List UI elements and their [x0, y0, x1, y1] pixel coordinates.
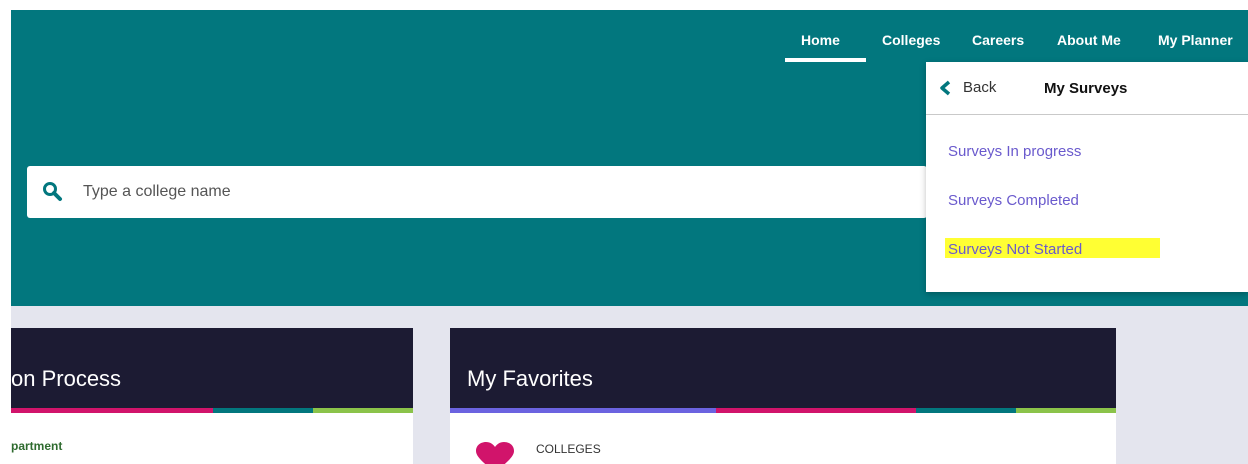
stripe-lime [313, 408, 413, 413]
card-header: My Favorites [450, 328, 1116, 408]
surveys-not-started-link[interactable]: Surveys Not Started [948, 241, 1082, 258]
card-title: My Favorites [467, 366, 593, 391]
application-process-card: on Process partment [11, 328, 413, 464]
nav-my-planner[interactable]: My Planner [1158, 32, 1233, 48]
search-icon[interactable] [41, 181, 63, 203]
college-search-input[interactable] [83, 166, 903, 218]
card-header: on Process [11, 328, 413, 408]
stripe-teal [213, 408, 313, 413]
card-title: on Process [11, 366, 122, 391]
menu-title: My Surveys [1044, 80, 1128, 97]
nav-active-indicator [785, 58, 866, 62]
my-surveys-menu: Back My Surveys Surveys In progress Surv… [926, 62, 1248, 292]
stripe-teal [916, 408, 1016, 413]
stripe-purple [450, 408, 716, 413]
department-text[interactable]: partment [11, 439, 62, 453]
surveys-completed-link[interactable]: Surveys Completed [948, 192, 1079, 209]
heart-icon [476, 442, 514, 464]
nav-careers[interactable]: Careers [972, 32, 1024, 48]
nav-home[interactable]: Home [801, 32, 840, 48]
menu-header: Back My Surveys [926, 62, 1248, 115]
top-nav: Home Colleges Careers About Me My Planne… [0, 0, 1248, 70]
back-button[interactable]: Back [963, 79, 996, 96]
stripe-lime [1016, 408, 1116, 413]
nav-about-me[interactable]: About Me [1057, 32, 1121, 48]
colleges-section-label: COLLEGES [536, 442, 601, 456]
my-favorites-card: My Favorites COLLEGES [450, 328, 1116, 464]
chevron-left-icon[interactable] [938, 80, 952, 96]
college-search-bar [27, 166, 927, 218]
stripe-magenta [11, 408, 213, 413]
stripe-magenta [716, 408, 916, 413]
surveys-in-progress-link[interactable]: Surveys In progress [948, 143, 1081, 160]
nav-colleges[interactable]: Colleges [882, 32, 940, 48]
